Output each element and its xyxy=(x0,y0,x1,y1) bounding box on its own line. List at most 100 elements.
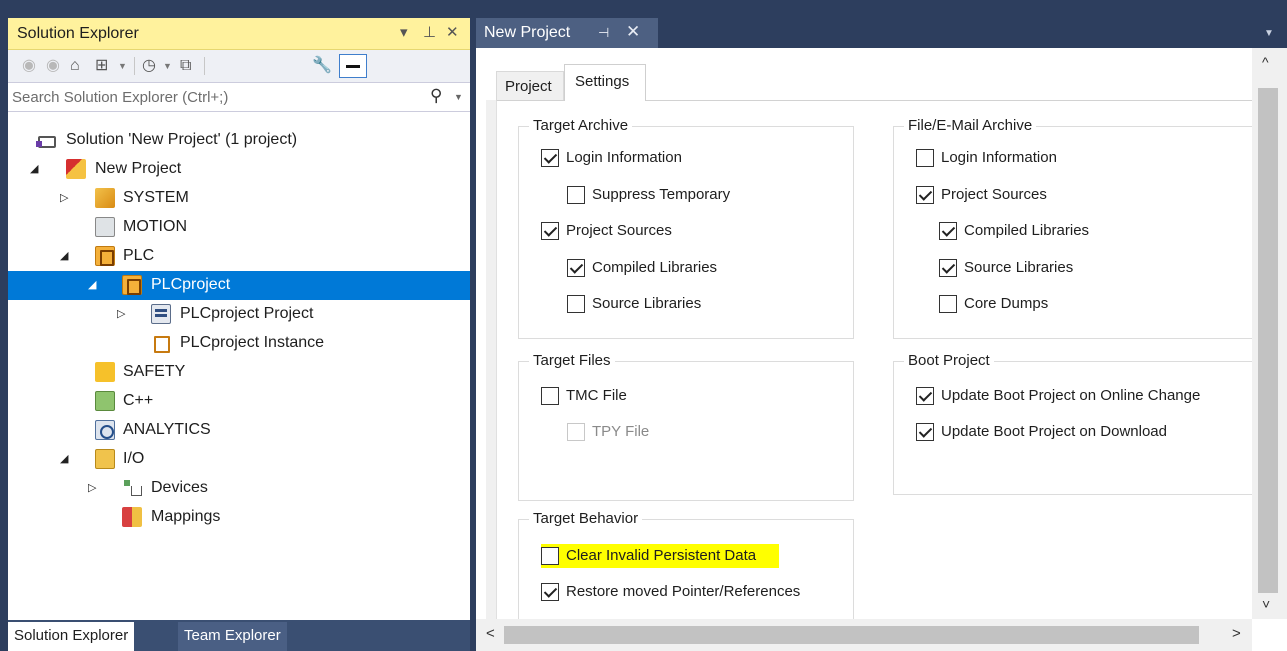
checkbox-box[interactable] xyxy=(541,149,559,167)
scroll-left-icon[interactable]: < xyxy=(486,625,495,642)
tree-item-label: PLCproject Instance xyxy=(180,334,325,351)
tab-project[interactable]: Project xyxy=(496,71,564,100)
window-position-dropdown-icon[interactable]: ▾ xyxy=(400,23,408,41)
close-tab-icon[interactable]: ✕ xyxy=(626,22,640,42)
switch-views-icon[interactable]: ⊞ xyxy=(95,55,108,77)
checkbox-compiled-libraries[interactable]: Compiled Libraries xyxy=(567,258,767,278)
checkbox-project-sources[interactable]: Project Sources xyxy=(541,221,741,241)
document-tab-new-project[interactable]: New Project ⊣ ✕ xyxy=(476,18,658,48)
switch-views-dropdown-icon[interactable]: ▼ xyxy=(118,55,127,77)
solution-explorer-title: Solution Explorer xyxy=(17,25,139,42)
checkbox-clear-invalid-persistent-data[interactable]: Clear Invalid Persistent Data xyxy=(541,544,779,568)
plc-project-file-icon xyxy=(151,304,171,324)
tab-solution-explorer[interactable]: Solution Explorer xyxy=(8,622,135,651)
tree-item-safety[interactable]: SAFETY xyxy=(8,358,470,387)
solution-explorer-bottom-tabs: Solution Explorer Team Explorer xyxy=(8,620,470,651)
checkbox-login-information[interactable]: Login Information xyxy=(916,148,1116,168)
solution-tree: Solution 'New Project' (1 project) ◢ New… xyxy=(8,112,470,620)
horizontal-scroll-thumb[interactable] xyxy=(504,626,1199,644)
solution-explorer-title-bar: Solution Explorer ▾ ⊥ ✕ xyxy=(8,18,470,50)
tree-item-mappings[interactable]: Mappings xyxy=(8,503,470,532)
checkbox-source-libraries[interactable]: Source Libraries xyxy=(567,294,767,314)
search-icon[interactable]: ⚲ xyxy=(430,86,442,106)
checkbox-label: TMC File xyxy=(566,387,627,404)
horizontal-scrollbar[interactable]: < > xyxy=(476,619,1252,651)
checkbox-box[interactable] xyxy=(541,547,559,565)
checkbox-box[interactable] xyxy=(567,295,585,313)
auto-hide-pin-icon[interactable]: ⊥ xyxy=(423,23,436,41)
checkbox-box[interactable] xyxy=(939,259,957,277)
forward-icon[interactable]: ◉ xyxy=(46,55,60,77)
motion-icon xyxy=(95,217,115,237)
checkbox-login-information[interactable]: Login Information xyxy=(541,148,741,168)
checkbox-box[interactable] xyxy=(541,387,559,405)
pin-preview-icon[interactable] xyxy=(339,54,367,78)
scroll-down-icon[interactable]: ˅ xyxy=(1262,596,1270,612)
checkbox-suppress-temporary[interactable]: Suppress Temporary xyxy=(567,185,787,205)
collapse-arrow-icon[interactable]: ◢ xyxy=(88,278,96,291)
close-icon[interactable]: ✕ xyxy=(446,23,459,41)
search-input[interactable]: Search Solution Explorer (Ctrl+;) ⚲ ▼ xyxy=(8,82,470,112)
checkbox-label: Login Information xyxy=(941,149,1057,166)
checkbox-restore-moved-pointer-references[interactable]: Restore moved Pointer/References xyxy=(541,582,841,602)
checkbox-box[interactable] xyxy=(567,186,585,204)
expand-arrow-icon[interactable]: ▷ xyxy=(60,191,68,204)
home-icon[interactable]: ⌂ xyxy=(70,55,80,77)
collapse-all-icon[interactable]: ⧉ xyxy=(180,55,191,77)
tree-item-io[interactable]: ◢ I/O xyxy=(8,445,470,474)
checkbox-tpy-file: TPY File xyxy=(567,422,727,442)
checkbox-box[interactable] xyxy=(916,186,934,204)
checkbox-box[interactable] xyxy=(916,149,934,167)
collapse-arrow-icon[interactable]: ◢ xyxy=(30,162,38,175)
project-settings-editor: Project Settings Target Archive Login In… xyxy=(476,48,1287,651)
search-options-dropdown-icon[interactable]: ▼ xyxy=(454,92,463,102)
history-icon[interactable]: ◷ xyxy=(142,55,156,77)
checkbox-box[interactable] xyxy=(916,423,934,441)
tree-item-analytics[interactable]: ANALYTICS xyxy=(8,416,470,445)
checkbox-core-dumps[interactable]: Core Dumps xyxy=(939,294,1139,314)
expand-arrow-icon[interactable]: ▷ xyxy=(88,481,96,494)
history-dropdown-icon[interactable]: ▼ xyxy=(163,55,172,77)
checkbox-compiled-libraries[interactable]: Compiled Libraries xyxy=(939,221,1139,241)
vertical-scroll-thumb[interactable] xyxy=(1258,88,1278,593)
tree-item-plc[interactable]: ◢ PLC xyxy=(8,242,470,271)
scroll-right-icon[interactable]: > xyxy=(1232,625,1241,642)
tree-item-motion[interactable]: MOTION xyxy=(8,213,470,242)
tab-team-explorer[interactable]: Team Explorer xyxy=(178,622,287,651)
vertical-scrollbar[interactable]: ^ ˅ xyxy=(1252,48,1287,619)
expand-arrow-icon[interactable]: ▷ xyxy=(117,307,125,320)
scroll-up-icon[interactable]: ^ xyxy=(1262,54,1269,70)
tab-settings[interactable]: Settings xyxy=(564,64,646,101)
tree-item-plcproject[interactable]: ◢ PLCproject xyxy=(8,271,470,300)
back-icon[interactable]: ◉ xyxy=(22,55,36,77)
checkbox-project-sources[interactable]: Project Sources xyxy=(916,185,1116,205)
checkbox-box[interactable] xyxy=(541,222,559,240)
pin-tab-icon[interactable]: ⊣ xyxy=(598,25,609,41)
document-window-menu-icon[interactable]: ▼ xyxy=(1264,28,1274,39)
checkbox-label: Project Sources xyxy=(941,186,1047,203)
checkbox-tmc-file[interactable]: TMC File xyxy=(541,386,701,406)
tree-item-solution[interactable]: Solution 'New Project' (1 project) xyxy=(8,126,470,155)
checkbox-update-boot-online-change[interactable]: Update Boot Project on Online Change xyxy=(916,386,1246,406)
checkbox-update-boot-download[interactable]: Update Boot Project on Download xyxy=(916,422,1246,442)
properties-icon[interactable]: 🔧 xyxy=(312,55,332,77)
checkbox-source-libraries[interactable]: Source Libraries xyxy=(939,258,1139,278)
tree-item-plcproject-project[interactable]: ▷ PLCproject Project xyxy=(8,300,470,329)
tree-item-label: Mappings xyxy=(151,508,221,525)
document-tab-title: New Project xyxy=(484,24,571,41)
plc-icon xyxy=(95,246,115,266)
tree-item-new-project[interactable]: ◢ New Project xyxy=(8,155,470,184)
tree-item-plcproject-instance[interactable]: PLCproject Instance xyxy=(8,329,470,358)
checkbox-box[interactable] xyxy=(916,387,934,405)
tree-item-cpp[interactable]: C++ xyxy=(8,387,470,416)
collapse-arrow-icon[interactable]: ◢ xyxy=(60,249,68,262)
safety-icon xyxy=(95,362,115,382)
tree-item-label: I/O xyxy=(123,450,145,467)
checkbox-box[interactable] xyxy=(567,259,585,277)
checkbox-box[interactable] xyxy=(939,295,957,313)
tree-item-devices[interactable]: ▷ Devices xyxy=(8,474,470,503)
collapse-arrow-icon[interactable]: ◢ xyxy=(60,452,68,465)
checkbox-box[interactable] xyxy=(541,583,559,601)
tree-item-system[interactable]: ▷ SYSTEM xyxy=(8,184,470,213)
checkbox-box[interactable] xyxy=(939,222,957,240)
